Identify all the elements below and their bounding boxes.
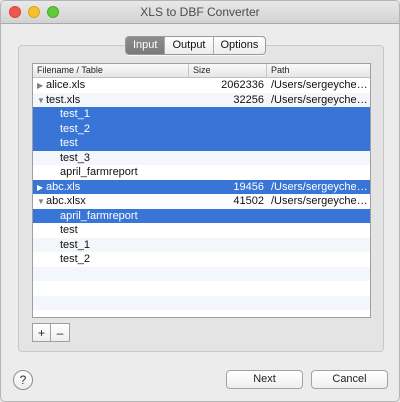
app-window: XLS to DBF Converter Input Output Option… xyxy=(0,0,400,402)
row-size-cell: 32256 xyxy=(233,93,264,106)
add-file-button[interactable]: + xyxy=(32,323,51,342)
row-size-cell xyxy=(189,151,264,166)
row-path-cell xyxy=(271,122,369,137)
file-row[interactable]: ▶ abc.xls 19456/Users/sergeyche… xyxy=(33,179,370,195)
column-header-size[interactable]: Size xyxy=(189,64,267,77)
row-name-label: abc.xlsx xyxy=(46,195,86,207)
empty-row xyxy=(33,281,370,296)
disclosure-triangle-right-icon[interactable]: ▶ xyxy=(37,79,46,93)
row-name-cell: test xyxy=(37,223,187,238)
row-size-cell xyxy=(189,209,264,224)
table-row[interactable]: test_2 xyxy=(33,252,370,267)
row-name-cell: ▼test.xls xyxy=(37,93,187,108)
table-row[interactable]: april_farmreport xyxy=(33,208,370,224)
row-size-cell: 2062336 xyxy=(221,79,264,91)
remove-file-button[interactable]: – xyxy=(50,323,70,342)
row-name-label: test.xls xyxy=(46,93,81,106)
row-size-cell xyxy=(189,107,264,122)
window-title: XLS to DBF Converter xyxy=(140,5,260,19)
file-row[interactable]: ▼abc.xlsx 41502/Users/sergeyche… xyxy=(33,194,370,209)
row-path-cell xyxy=(271,165,369,180)
row-name-cell: ▶ abc.xls xyxy=(37,180,187,195)
table-header: Filename / Table Size Path xyxy=(33,64,370,78)
row-name-cell: test_3 xyxy=(37,151,187,166)
tab-input[interactable]: Input xyxy=(126,37,165,54)
tab-options[interactable]: Options xyxy=(212,37,266,54)
row-name-cell: test_1 xyxy=(37,238,187,253)
row-size-cell xyxy=(189,165,264,180)
list-edit-buttons: + – xyxy=(32,323,70,342)
row-path-cell xyxy=(271,223,369,238)
row-name-label: test_2 xyxy=(60,253,90,265)
row-path-cell xyxy=(271,209,369,224)
row-name-cell: test_2 xyxy=(37,252,187,267)
row-size-cell: 19456 xyxy=(233,180,264,193)
row-path-cell: /Users/sergeyche… xyxy=(271,180,368,193)
row-name-cell: ▼abc.xlsx xyxy=(37,194,187,209)
table-body: ▶ alice.xls 2062336/Users/sergeyche… ▼test.… xyxy=(33,78,370,310)
disclosure-triangle-down-icon[interactable]: ▼ xyxy=(37,94,46,108)
next-button[interactable]: Next xyxy=(226,370,303,389)
table-row[interactable]: test_3 xyxy=(33,150,370,166)
row-size-cell xyxy=(189,252,264,267)
row-name-label: alice.xls xyxy=(46,79,86,91)
row-path-cell: /Users/sergeyche… xyxy=(271,79,368,91)
row-name-cell: april_farmreport xyxy=(37,209,187,224)
row-name-cell: ▶ alice.xls xyxy=(37,78,187,93)
row-path-cell xyxy=(271,136,369,151)
table-row[interactable]: test xyxy=(33,223,370,238)
tab-bar: Input Output Options xyxy=(125,36,267,55)
file-row[interactable]: ▼test.xls 32256/Users/sergeyche… xyxy=(33,92,370,108)
row-path-cell: /Users/sergeyche… xyxy=(271,93,368,106)
disclosure-triangle-down-icon[interactable]: ▼ xyxy=(37,195,46,209)
row-path-cell xyxy=(271,252,369,267)
row-size-cell: 41502 xyxy=(233,195,264,207)
file-row[interactable]: ▶ alice.xls 2062336/Users/sergeyche… xyxy=(33,78,370,93)
help-button[interactable]: ? xyxy=(13,370,33,390)
table-row[interactable]: test_2 xyxy=(33,121,370,137)
row-name-label: test_2 xyxy=(60,122,90,135)
row-size-cell xyxy=(189,136,264,151)
row-path-cell xyxy=(271,238,369,253)
row-name-label: test_3 xyxy=(60,151,90,164)
row-name-label: test xyxy=(60,137,78,149)
row-name-label: test_1 xyxy=(60,238,90,251)
row-name-cell: test_2 xyxy=(37,122,187,137)
title-bar: XLS to DBF Converter xyxy=(1,1,399,24)
table-row[interactable]: test_1 xyxy=(33,237,370,253)
row-size-cell xyxy=(189,238,264,253)
row-name-label: april_farmreport xyxy=(60,166,138,178)
empty-row xyxy=(33,295,370,310)
row-name-cell: test xyxy=(37,136,187,151)
row-name-label: april_farmreport xyxy=(60,209,138,222)
row-path-cell xyxy=(271,107,369,122)
row-name-cell: april_farmreport xyxy=(37,165,187,180)
row-path-cell: /Users/sergeyche… xyxy=(271,195,368,207)
table-row[interactable]: test xyxy=(33,136,370,151)
tab-output[interactable]: Output xyxy=(164,37,212,54)
row-name-label: test xyxy=(60,224,78,236)
empty-row xyxy=(33,266,370,281)
row-size-cell xyxy=(189,122,264,137)
table-row[interactable]: test_1 xyxy=(33,107,370,122)
row-name-cell: test_1 xyxy=(37,107,187,122)
disclosure-triangle-right-icon[interactable]: ▶ xyxy=(37,181,46,195)
row-path-cell xyxy=(271,151,369,166)
row-name-label: test_1 xyxy=(60,108,90,120)
table-row[interactable]: april_farmreport xyxy=(33,165,370,180)
row-name-label: abc.xls xyxy=(46,180,81,193)
row-size-cell xyxy=(189,223,264,238)
column-header-path[interactable]: Path xyxy=(267,64,370,77)
column-header-filename[interactable]: Filename / Table xyxy=(33,64,189,77)
cancel-button[interactable]: Cancel xyxy=(311,370,388,389)
file-table: Filename / Table Size Path ▶ alice.xls 206… xyxy=(32,63,371,318)
